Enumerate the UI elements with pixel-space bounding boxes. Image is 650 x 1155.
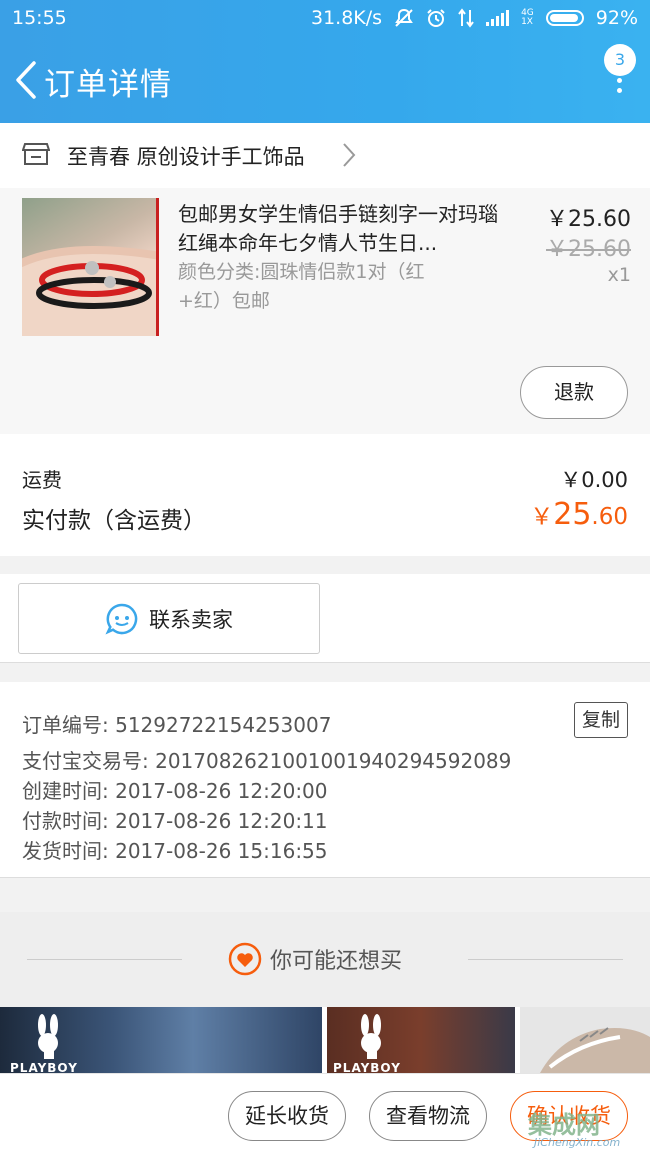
status-bar: 15:55 31.8K/s 4G 1X 92%: [0, 0, 650, 36]
contact-area: 联系卖家: [0, 574, 650, 663]
signal-icon: [486, 10, 510, 26]
alipay-trade-number: 支付宝交易号: 2017082621001001940294592089: [22, 749, 512, 773]
view-logistics-button[interactable]: 查看物流: [369, 1091, 487, 1141]
shipping-value: ￥0.00: [560, 468, 628, 492]
recommend-item[interactable]: PLAYBOY: [327, 1007, 515, 1073]
shipped-time: 发货时间: 2017-08-26 15:16:55: [22, 839, 328, 863]
top-bar: 15:55 31.8K/s 4G 1X 92% 订单详情 3: [0, 0, 650, 123]
message-count-badge[interactable]: 3: [604, 44, 636, 76]
divider: [468, 959, 623, 960]
heart-icon: [228, 942, 262, 976]
recommend-strip: PLAYBOY PLAYBOY: [0, 1007, 650, 1073]
product-thumbnail[interactable]: [22, 198, 159, 336]
order-number: 订单编号: 51292722154253007: [22, 713, 332, 737]
shop-row[interactable]: 至青春 原创设计手工饰品: [0, 123, 650, 188]
battery-icon: [545, 10, 584, 26]
more-menu-icon[interactable]: [616, 78, 624, 104]
page-header: 订单详情 3: [0, 36, 650, 123]
contact-seller-label: 联系卖家: [149, 607, 233, 632]
net-speed: 31.8K/s: [310, 7, 383, 29]
created-time: 创建时间: 2017-08-26 12:20:00: [22, 779, 328, 803]
divider: [27, 959, 182, 960]
shipping-label: 运费: [22, 468, 62, 492]
recommend-title: 你可能还想买: [228, 942, 402, 976]
data-transfer-icon: [458, 8, 474, 28]
bunny-logo-icon: [38, 1014, 58, 1059]
fee-summary: 运费 ￥0.00 实付款（含运费） ￥25.60: [0, 434, 650, 556]
status-time: 15:55: [12, 7, 67, 29]
chevron-right-icon: [343, 143, 356, 167]
contact-seller-button[interactable]: 联系卖家: [18, 583, 320, 654]
recommend-item[interactable]: [520, 1007, 650, 1073]
network-type: 4G 1X: [521, 8, 534, 27]
alarm-icon: [426, 8, 446, 28]
recommend-item[interactable]: PLAYBOY: [0, 1007, 322, 1073]
battery-percent: 92%: [595, 7, 638, 29]
copy-button[interactable]: 复制: [574, 702, 628, 738]
sneaker-image: [540, 1027, 650, 1073]
mute-icon: [394, 8, 414, 28]
product-card[interactable]: 包邮男女学生情侣手链刻字一对玛瑙红绳本命年七夕情人节生日... 颜色分类:圆珠情…: [0, 188, 650, 434]
page-title: 订单详情: [44, 67, 172, 103]
paid-time: 付款时间: 2017-08-26 12:20:11: [22, 809, 328, 833]
paid-label: 实付款（含运费）: [22, 508, 206, 534]
extend-receipt-button[interactable]: 延长收货: [228, 1091, 346, 1141]
product-price: ￥25.60: [546, 207, 631, 232]
order-info: 订单编号: 51292722154253007 复制 支付宝交易号: 20170…: [0, 682, 650, 878]
product-title[interactable]: 包邮男女学生情侣手链刻字一对玛瑙红绳本命年七夕情人节生日...: [178, 200, 508, 258]
paid-amount: ￥25.60: [530, 497, 628, 532]
product-original-price: ￥25.60: [546, 237, 631, 262]
watermark: 集成网 JiChengXin.com: [528, 1111, 621, 1149]
product-sku: 颜色分类:圆珠情侣款1对（红+红）包邮: [178, 261, 425, 312]
shop-name: 至青春 原创设计手工饰品: [67, 145, 305, 169]
product-quantity: x1: [607, 264, 631, 286]
back-arrow-icon[interactable]: [12, 60, 40, 100]
store-icon: [22, 143, 50, 165]
refund-button[interactable]: 退款: [520, 366, 628, 419]
recommend-header: 你可能还想买: [0, 912, 650, 1007]
bunny-logo-icon: [361, 1014, 381, 1059]
chat-bubble-icon: [105, 603, 138, 635]
